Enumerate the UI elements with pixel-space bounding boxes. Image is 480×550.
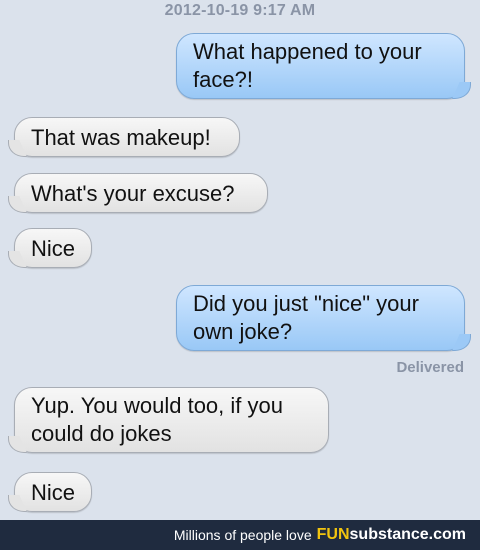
- message-text-line: Did you just "nice" your: [193, 291, 419, 316]
- watermark-footer: Millions of people love FUN substance.com: [0, 520, 480, 550]
- message-bubble-received[interactable]: What's your excuse?: [14, 173, 268, 213]
- brand-logo-fun: FUN: [316, 526, 350, 543]
- message-text-line: could do jokes: [31, 421, 172, 446]
- message-bubble-received[interactable]: Nice: [14, 228, 92, 268]
- message-text-line: Nice: [31, 480, 76, 505]
- message-text-line: What happened to your: [193, 39, 422, 64]
- message-text-line: own joke?: [193, 319, 293, 344]
- message-bubble-received[interactable]: Nice: [14, 472, 92, 512]
- message-text-line: Yup. You would too, if you: [31, 393, 283, 418]
- message-thread[interactable]: 2012-10-19 9:17 AM What happened to your…: [0, 0, 480, 520]
- message-timestamp: 2012-10-19 9:17 AM: [164, 2, 316, 19]
- footer-tagline: Millions of people love: [173, 527, 312, 543]
- message-text-line: face?!: [193, 67, 253, 92]
- delivery-status: Delivered: [396, 359, 464, 376]
- message-text-line: That was makeup!: [31, 125, 211, 150]
- message-bubble-sent[interactable]: What happened to your face?!: [176, 33, 465, 99]
- message-text-line: Nice: [31, 236, 76, 261]
- brand-logo-substance: substance.com: [349, 526, 466, 543]
- message-text-line: What's your excuse?: [31, 181, 235, 206]
- message-bubble-received[interactable]: Yup. You would too, if you could do joke…: [14, 387, 329, 453]
- message-bubble-received[interactable]: That was makeup!: [14, 117, 240, 157]
- message-bubble-sent[interactable]: Did you just "nice" your own joke?: [176, 285, 465, 351]
